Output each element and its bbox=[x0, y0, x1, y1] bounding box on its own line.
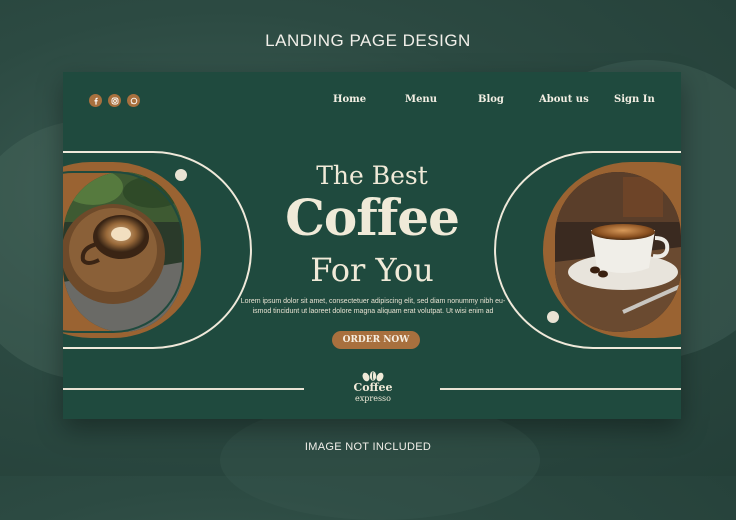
social-links bbox=[89, 94, 140, 107]
nav-menu[interactable]: Menu bbox=[405, 94, 437, 105]
logo-text-expresso: expresso bbox=[355, 394, 391, 403]
logo-text-coffee: Coffee bbox=[353, 381, 393, 394]
hero-line-for-you: For You bbox=[310, 251, 434, 289]
divider-left bbox=[63, 388, 304, 390]
instagram-icon[interactable] bbox=[108, 94, 121, 107]
nav-blog[interactable]: Blog bbox=[478, 94, 504, 105]
nav-sign-in[interactable]: Sign In bbox=[614, 94, 655, 105]
brand-logo[interactable]: Coffee expresso bbox=[343, 370, 403, 403]
caption-landing-page-design: LANDING PAGE DESIGN bbox=[265, 31, 471, 50]
facebook-icon[interactable] bbox=[89, 94, 102, 107]
whatsapp-icon[interactable] bbox=[127, 94, 140, 107]
hero-line-the-best: The Best bbox=[316, 161, 428, 190]
hero-line-coffee: Coffee bbox=[285, 188, 460, 247]
nav-home[interactable]: Home bbox=[333, 94, 366, 105]
divider-right bbox=[440, 388, 681, 390]
order-now-button[interactable]: ORDER NOW bbox=[332, 331, 420, 349]
caption-image-not-included: IMAGE NOT INCLUDED bbox=[304, 441, 432, 453]
hero-description: Lorem ipsum dolor sit amet, consectetuer… bbox=[240, 298, 506, 315]
nav-about-us[interactable]: About us bbox=[539, 94, 589, 105]
landing-page-mockup: Home Menu Blog About us Sign In The Best… bbox=[63, 72, 681, 419]
right-ring-dot bbox=[545, 309, 561, 325]
